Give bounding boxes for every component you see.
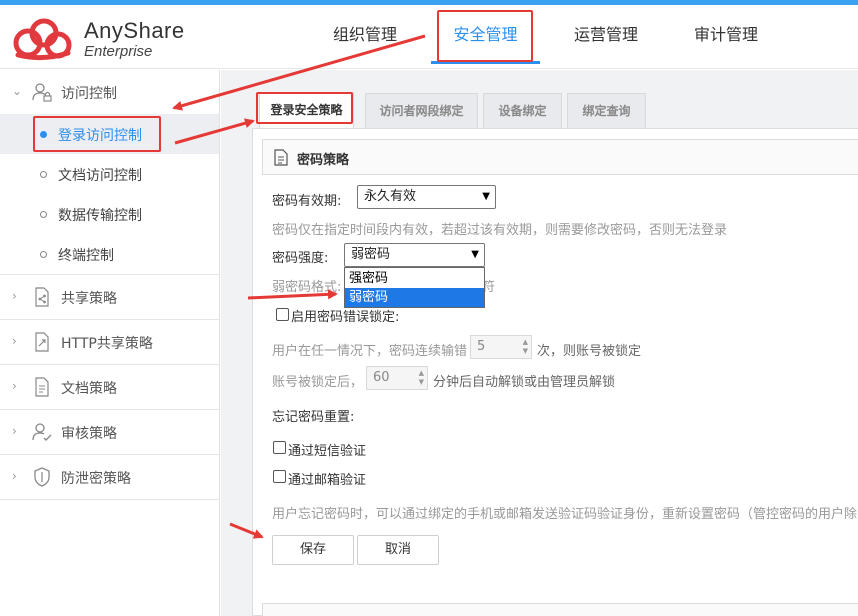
chevron-down-icon: ▼ — [482, 191, 490, 202]
save-button[interactable]: 保存 — [272, 535, 354, 565]
strength-label: 密码强度: — [272, 251, 329, 266]
sidebar-group-doc-policy[interactable]: › 文档策略 — [0, 365, 219, 410]
stepper-arrows-icon: ▲ ▼ — [418, 369, 424, 386]
validity-select-value: 永久有效 — [364, 189, 417, 204]
chevron-right-icon: › — [12, 334, 17, 348]
nav-tab-org[interactable]: 组织管理 — [322, 5, 408, 64]
nav-tab-audit[interactable]: 审计管理 — [683, 5, 769, 64]
chevron-down-icon: ⌄ — [12, 84, 23, 98]
document-policy-icon — [35, 377, 49, 397]
chevron-right-icon: › — [12, 289, 17, 303]
sidebar-group-share-policy[interactable]: › 共享策略 — [0, 275, 219, 320]
lock-count-value: 5 — [477, 339, 486, 354]
tab-device-binding[interactable]: 设备绑定 — [483, 93, 562, 128]
bullet-icon — [40, 171, 47, 178]
sidebar-group-http-share[interactable]: › HTTP共享策略 — [0, 320, 219, 365]
sidebar-group-label: 文档策略 — [61, 381, 117, 397]
document-icon — [274, 149, 288, 166]
unlock-minutes-stepper[interactable]: 60 ▲ ▼ — [366, 366, 428, 390]
reset-sms-checkbox[interactable] — [273, 441, 286, 454]
brand-name: AnyShare — [84, 18, 185, 43]
reset-hint: 用户忘记密码时，可以通过绑定的手机或邮箱发送验证码验证身份，重新设置密码（管控密… — [272, 507, 858, 522]
sidebar-item-label: 终端控制 — [58, 248, 114, 264]
strength-select[interactable]: 弱密码 ▼ — [344, 243, 485, 267]
sidebar-group-label: HTTP共享策略 — [61, 336, 153, 352]
lock-count-stepper[interactable]: 5 ▲ ▼ — [470, 335, 532, 359]
tab-binding-query[interactable]: 绑定查询 — [567, 93, 646, 128]
brand-subtitle: Enterprise — [84, 43, 153, 60]
reset-sms-label: 通过短信验证 — [288, 444, 367, 459]
user-lock-icon — [32, 83, 52, 102]
option-strong-password[interactable]: 强密码 — [345, 269, 484, 288]
sidebar-group-label: 防泄密策略 — [61, 471, 131, 487]
sidebar-item-terminal[interactable]: 终端控制 — [0, 234, 219, 275]
lock-label: 启用密码错误锁定: — [291, 310, 400, 325]
annotation-box-login-security-tab — [256, 92, 353, 124]
anyshare-logo-icon — [13, 18, 72, 61]
bullet-icon — [40, 251, 47, 258]
nav-tab-operations[interactable]: 运营管理 — [563, 5, 649, 64]
sidebar-item-doc-access[interactable]: 文档访问控制 — [0, 154, 219, 194]
share-policy-icon — [35, 287, 49, 307]
sidebar-group-label: 访问控制 — [61, 86, 117, 102]
sidebar-item-label: 数据传输控制 — [58, 208, 142, 224]
sidebar-item-data-transfer[interactable]: 数据传输控制 — [0, 194, 219, 234]
validity-select[interactable]: 永久有效 ▼ — [357, 185, 496, 209]
chevron-right-icon: › — [12, 424, 17, 438]
reset-email-label: 通过邮箱验证 — [288, 473, 367, 488]
strength-select-value: 弱密码 — [351, 247, 391, 262]
lock-hint-suffix: 次，则账号被锁定 — [537, 344, 642, 359]
unlock-suffix: 分钟后自动解锁或由管理员解锁 — [433, 375, 616, 390]
sidebar-group-leak-prevention[interactable]: › 防泄密策略 — [0, 455, 219, 500]
annotation-box-login-access — [33, 116, 161, 152]
shield-icon — [34, 467, 50, 487]
tab-visitor-network[interactable]: 访问者网段绑定 — [365, 93, 478, 128]
sidebar-group-label: 审核策略 — [61, 426, 117, 442]
audit-policy-icon — [32, 423, 52, 441]
unlock-prefix: 账号被锁定后， — [272, 375, 364, 390]
section-title: 密码策略 — [297, 153, 350, 168]
stepper-arrows-icon: ▲ ▼ — [522, 338, 528, 355]
validity-label: 密码有效期: — [272, 194, 342, 209]
bullet-icon — [40, 211, 47, 218]
sidebar-item-label: 文档访问控制 — [58, 168, 142, 184]
lock-checkbox[interactable] — [276, 308, 289, 321]
chevron-down-icon: ▼ — [471, 249, 479, 260]
sidebar-group-audit-policy[interactable]: › 审核策略 — [0, 410, 219, 455]
cancel-button[interactable]: 取消 — [357, 535, 439, 565]
sidebar-group-label: 共享策略 — [61, 291, 117, 307]
chevron-right-icon: › — [12, 379, 17, 393]
unlock-minutes-value: 60 — [373, 370, 390, 385]
brand: AnyShare Enterprise — [84, 19, 185, 61]
chevron-right-icon: › — [12, 469, 17, 483]
http-share-icon — [35, 332, 49, 352]
sidebar-group-access-control[interactable]: ⌄ 访问控制 — [0, 70, 219, 115]
lock-hint-prefix: 用户在任一情况下，密码连续输错 — [272, 344, 468, 359]
strength-dropdown-list: 强密码 弱密码 — [344, 267, 485, 308]
annotation-box-security-tab — [437, 10, 533, 62]
reset-email-checkbox[interactable] — [273, 470, 286, 483]
section-header — [262, 139, 858, 175]
option-weak-password[interactable]: 弱密码 — [345, 288, 484, 307]
reset-label: 忘记密码重置: — [272, 410, 355, 425]
validity-hint: 密码仅在指定时间段内有效，若超过该有效期，则需要修改密码，否则无法登录 — [272, 223, 728, 238]
weak-format-label: 弱密码格式: — [272, 280, 342, 295]
next-section-header — [262, 603, 858, 616]
